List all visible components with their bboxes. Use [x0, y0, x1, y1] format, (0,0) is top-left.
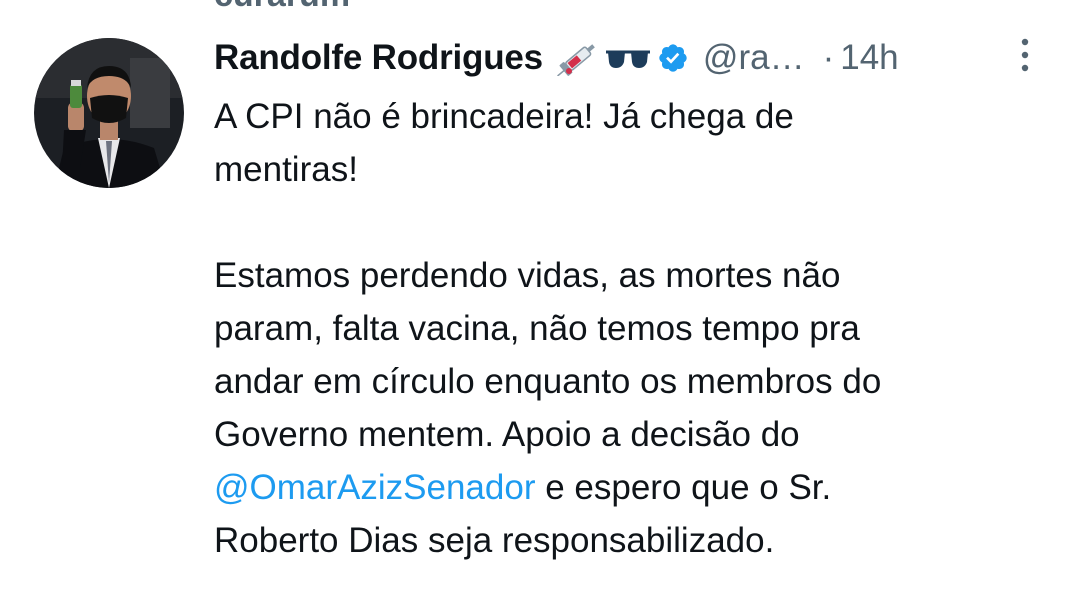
text-line: A CPI não é brincadeira! Já chega de	[214, 97, 794, 136]
text-line: Estamos perdendo vidas, as mortes não	[214, 256, 841, 295]
text-fragment: e espero que o Sr.	[535, 468, 832, 507]
author-display-name[interactable]: Randolfe Rodrigues	[214, 38, 543, 78]
tweet[interactable]: Randolfe Rodrigues @ra… · 14h A CPI não …	[0, 0, 1080, 605]
avatar-photo	[34, 38, 184, 188]
name-emojis	[556, 40, 651, 76]
more-options-icon[interactable]	[1013, 36, 1037, 74]
tweet-header: Randolfe Rodrigues @ra… · 14h	[214, 30, 1014, 86]
text-line: param, falta vacina, não temos tempo pra	[214, 309, 860, 348]
text-line: mentiras!	[214, 150, 358, 189]
tweet-timestamp[interactable]: 14h	[840, 38, 898, 78]
tweet-body: Randolfe Rodrigues @ra… · 14h A CPI não …	[214, 30, 1014, 567]
separator-dot: ·	[822, 38, 835, 77]
text-line: Roberto Dias seja responsabilizado.	[214, 521, 775, 560]
text-line: andar em círculo enquanto os membros do	[214, 362, 882, 401]
syringe-icon	[556, 44, 595, 76]
avatar[interactable]	[34, 38, 184, 188]
text-line: Governo mentem. Apoio a decisão do	[214, 415, 800, 454]
author-handle[interactable]: @ra…	[703, 38, 805, 78]
verified-badge-icon	[657, 42, 689, 74]
text-line: @OmarAzizSenador e espero que o Sr.	[214, 461, 1014, 514]
tweet-text: A CPI não é brincadeira! Já chega de men…	[214, 90, 1014, 567]
mention-link[interactable]: @OmarAzizSenador	[214, 468, 535, 507]
sunglasses-icon	[605, 50, 650, 68]
